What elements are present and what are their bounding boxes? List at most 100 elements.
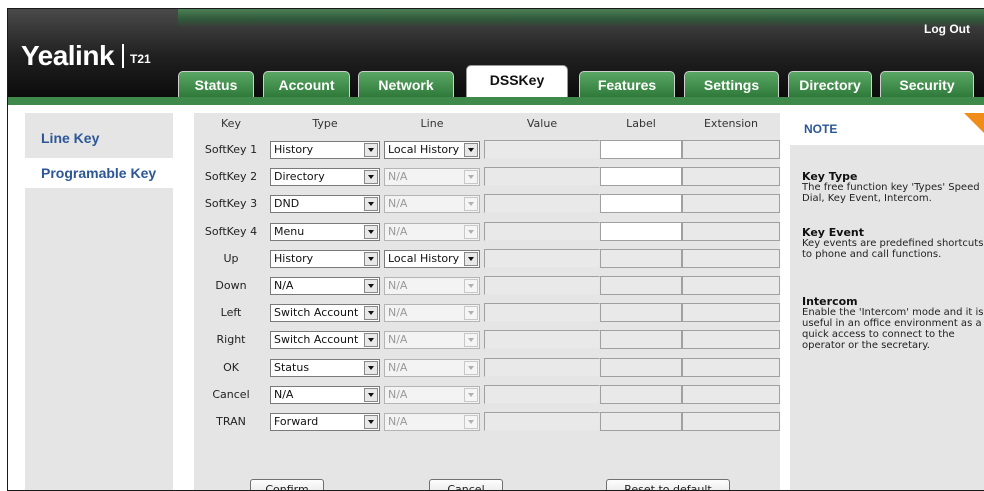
type-select-value: Menu bbox=[274, 224, 305, 238]
type-select[interactable]: Status bbox=[270, 358, 380, 377]
line-select-value: Local History bbox=[388, 143, 460, 156]
note-panel: NOTE Key Type The free function key 'Typ… bbox=[790, 113, 984, 490]
key-name: Up bbox=[223, 251, 239, 265]
note-section-title: Key Event bbox=[802, 226, 865, 239]
line-select[interactable]: Local History bbox=[384, 249, 480, 268]
line-select: N/A bbox=[384, 168, 480, 187]
line-select[interactable]: Local History bbox=[384, 141, 480, 159]
label-field[interactable] bbox=[600, 167, 682, 187]
programable-key-table: Key Type Line Value Label Extension Soft… bbox=[194, 113, 780, 490]
key-name: Left bbox=[220, 306, 242, 320]
tab-underline-bar bbox=[8, 97, 984, 105]
line-select-value: N/A bbox=[388, 306, 408, 320]
note-section-text: Enable the 'Intercom' mode and it is use… bbox=[802, 307, 984, 351]
header: Yealink T21 Log Out Status Account Networ… bbox=[8, 9, 984, 97]
label-field bbox=[600, 384, 682, 404]
value-field bbox=[484, 357, 600, 377]
label-field bbox=[600, 276, 682, 295]
type-select[interactable]: N/A bbox=[270, 385, 380, 404]
key-name: Right bbox=[216, 333, 246, 347]
line-select: N/A bbox=[384, 385, 480, 404]
value-field bbox=[484, 167, 600, 187]
tab-dsskey[interactable]: DSSKey bbox=[466, 65, 568, 97]
table-row: SoftKey 3 DND N/A bbox=[194, 191, 780, 217]
dropdown-arrow-icon bbox=[464, 306, 478, 321]
reset-to-default-button[interactable]: Reset to default bbox=[606, 479, 730, 490]
line-select: N/A bbox=[384, 304, 480, 323]
label-field[interactable] bbox=[600, 194, 682, 214]
tab-security[interactable]: Security bbox=[880, 71, 974, 97]
type-select-value: Switch Account bbox=[274, 306, 359, 320]
key-name: SoftKey 3 bbox=[204, 197, 258, 211]
key-name: SoftKey 4 bbox=[204, 224, 258, 238]
dropdown-arrow-icon bbox=[464, 224, 478, 239]
extension-field bbox=[682, 357, 780, 377]
type-select-value: History bbox=[274, 143, 314, 156]
label-field bbox=[600, 412, 682, 431]
value-field bbox=[484, 412, 600, 431]
table-row: OK Status N/A bbox=[194, 355, 780, 381]
table-row: Down N/A N/A bbox=[194, 273, 780, 299]
type-select[interactable]: History bbox=[270, 141, 380, 159]
value-field bbox=[484, 303, 600, 323]
tab-account[interactable]: Account bbox=[263, 71, 350, 97]
dropdown-arrow-icon bbox=[464, 143, 478, 157]
value-field bbox=[484, 221, 600, 241]
type-select[interactable]: Switch Account bbox=[270, 331, 380, 350]
type-select[interactable]: Directory bbox=[270, 168, 380, 187]
type-select[interactable]: Menu bbox=[270, 222, 380, 241]
table-row: Right Switch Account N/A bbox=[194, 327, 780, 353]
tab-network[interactable]: Network bbox=[358, 71, 454, 97]
type-select-value: History bbox=[274, 251, 314, 265]
note-title: NOTE bbox=[804, 122, 838, 136]
note-section-title: Intercom bbox=[802, 295, 858, 308]
label-field[interactable] bbox=[600, 140, 682, 159]
table-row: Up History Local History bbox=[194, 246, 780, 272]
table-header: Key Type Line Value Label Extension bbox=[194, 113, 780, 135]
line-select: N/A bbox=[384, 358, 480, 377]
line-select-value: N/A bbox=[388, 333, 408, 347]
line-select: N/A bbox=[384, 413, 480, 431]
sidebar-item-programable-key[interactable]: Programable Key bbox=[25, 158, 195, 188]
type-select[interactable]: Forward bbox=[270, 413, 380, 431]
table-row: Left Switch Account N/A bbox=[194, 300, 780, 326]
type-select[interactable]: History bbox=[270, 249, 380, 268]
key-name: OK bbox=[223, 360, 239, 374]
col-header-value: Value bbox=[526, 117, 558, 130]
tab-features[interactable]: Features bbox=[579, 71, 675, 97]
tab-status[interactable]: Status bbox=[178, 71, 254, 97]
line-select-value: N/A bbox=[388, 415, 408, 428]
table-row: SoftKey 4 Menu N/A bbox=[194, 219, 780, 245]
label-field[interactable] bbox=[600, 221, 682, 241]
logout-link[interactable]: Log Out bbox=[924, 22, 970, 36]
dropdown-arrow-icon bbox=[464, 360, 478, 375]
dropdown-arrow-icon bbox=[464, 279, 478, 293]
extension-field bbox=[682, 276, 780, 295]
value-field bbox=[484, 384, 600, 404]
type-select-value: Forward bbox=[274, 415, 319, 428]
sidebar-item-line-key[interactable]: Line Key bbox=[41, 130, 99, 146]
dropdown-arrow-icon bbox=[464, 415, 478, 429]
confirm-button[interactable]: Confirm bbox=[250, 479, 324, 490]
label-field bbox=[600, 357, 682, 377]
line-select: N/A bbox=[384, 195, 480, 214]
type-select[interactable]: DND bbox=[270, 195, 380, 214]
line-select: N/A bbox=[384, 222, 480, 241]
dropdown-arrow-icon bbox=[364, 143, 378, 157]
note-section-intercom: Intercom Enable the 'Intercom' mode and … bbox=[802, 296, 984, 351]
browser-page: Yealink T21 Log Out Status Account Networ… bbox=[7, 8, 984, 491]
sidebar: Line Key Programable Key bbox=[25, 113, 195, 490]
extension-field bbox=[682, 303, 780, 323]
label-field bbox=[600, 248, 682, 268]
type-select[interactable]: Switch Account bbox=[270, 304, 380, 323]
type-select-value: N/A bbox=[274, 279, 294, 292]
note-section-text: The free function key 'Types' Speed Dial… bbox=[802, 182, 980, 204]
line-select-value: N/A bbox=[388, 387, 408, 401]
note-section-title: Key Type bbox=[802, 170, 858, 183]
type-select[interactable]: N/A bbox=[270, 277, 380, 295]
line-select-value: N/A bbox=[388, 224, 408, 238]
note-section-key-event: Key Event Key events are predefined shor… bbox=[802, 227, 984, 260]
tab-settings[interactable]: Settings bbox=[684, 71, 779, 97]
tab-directory[interactable]: Directory bbox=[788, 71, 872, 97]
cancel-button[interactable]: Cancel bbox=[429, 479, 503, 490]
